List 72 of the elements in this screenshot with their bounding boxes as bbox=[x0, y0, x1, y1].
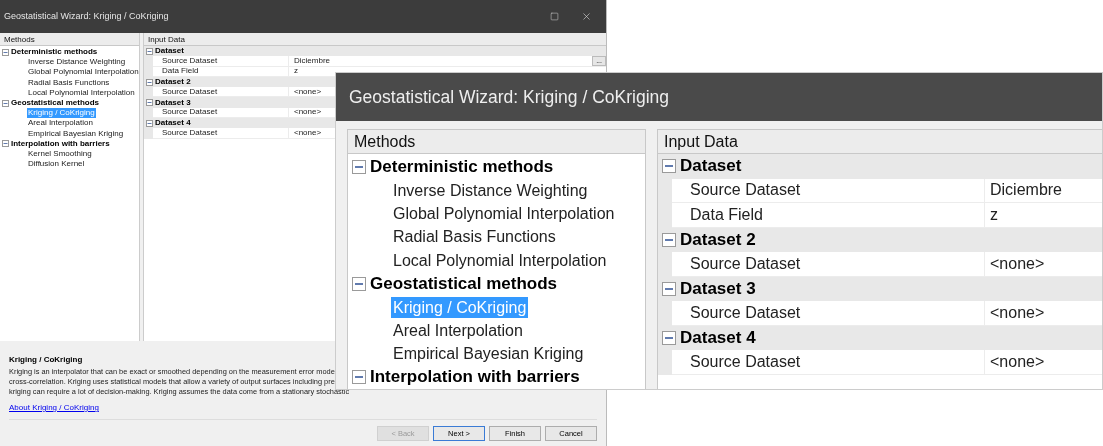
collapse-icon[interactable] bbox=[146, 78, 153, 86]
property-name: Data Field bbox=[162, 66, 199, 77]
tree-group-label[interactable]: Deterministic methods bbox=[11, 47, 98, 58]
category-label: Dataset 3 bbox=[680, 277, 756, 300]
description-title: Kriging / CoKriging bbox=[9, 354, 83, 365]
close-icon[interactable] bbox=[581, 11, 592, 22]
property-value[interactable]: <none> bbox=[990, 251, 1045, 276]
collapse-icon[interactable] bbox=[662, 330, 676, 345]
property-value[interactable]: <none> bbox=[294, 128, 322, 139]
tree-item[interactable]: Local Polynomial Interpolation bbox=[27, 87, 136, 98]
tree-item[interactable]: Areal Interpolation bbox=[391, 319, 525, 341]
category-label: Dataset 4 bbox=[155, 118, 191, 129]
panel-header: Input Data bbox=[658, 130, 1102, 154]
tree-item[interactable]: Empirical Bayesian Kriging bbox=[27, 128, 125, 139]
collapse-icon[interactable] bbox=[2, 99, 9, 107]
tree-item[interactable]: Local Polynomial Interpolation bbox=[391, 249, 609, 271]
tree-item[interactable]: Inverse Distance Weighting bbox=[391, 179, 590, 201]
property-value[interactable]: <none> bbox=[990, 300, 1045, 325]
collapse-icon[interactable] bbox=[662, 281, 676, 296]
category-label: Dataset bbox=[680, 155, 742, 178]
property-name: Source Dataset bbox=[162, 86, 218, 97]
property-value[interactable]: <none> bbox=[294, 107, 322, 118]
tree-group-label[interactable]: Interpolation with barriers bbox=[370, 366, 580, 389]
tree-item[interactable]: Inverse Distance Weighting bbox=[27, 57, 127, 68]
collapse-icon[interactable] bbox=[146, 47, 153, 55]
tree-item[interactable]: Diffusion Kernel bbox=[27, 159, 86, 170]
tree-group-label[interactable]: Interpolation with barriers bbox=[11, 138, 110, 149]
collapse-icon[interactable] bbox=[662, 159, 676, 174]
tree-group-label[interactable]: Geostatistical methods bbox=[370, 272, 558, 295]
panel-header: Input Data bbox=[144, 33, 606, 46]
collapse-icon[interactable] bbox=[2, 48, 9, 56]
panel-header: Methods bbox=[348, 130, 645, 154]
collapse-icon[interactable] bbox=[146, 99, 153, 107]
property-name: Source Dataset bbox=[162, 107, 218, 118]
property-value[interactable]: <none> bbox=[990, 349, 1045, 374]
collapse-icon[interactable] bbox=[662, 232, 676, 247]
about-link[interactable]: About Kriging / CoKriging bbox=[9, 403, 99, 413]
category-label: Dataset 2 bbox=[155, 77, 191, 88]
tree-item[interactable]: Global Polynomial Interpolation bbox=[391, 202, 617, 224]
property-name: Source Dataset bbox=[162, 128, 218, 139]
collapse-icon[interactable] bbox=[352, 159, 366, 174]
tree-item[interactable]: Areal Interpolation bbox=[27, 118, 94, 129]
tree-item[interactable]: Kernel Smoothing bbox=[27, 148, 93, 159]
category-label: Dataset 3 bbox=[155, 97, 191, 108]
property-name: Data Field bbox=[690, 204, 763, 225]
property-value[interactable]: <none> bbox=[294, 86, 322, 97]
property-value[interactable]: z bbox=[990, 202, 998, 227]
collapse-icon[interactable] bbox=[2, 140, 9, 148]
maximize-icon[interactable] bbox=[550, 12, 559, 21]
property-name: Source Dataset bbox=[690, 180, 801, 201]
tree-item[interactable]: Empirical Bayesian Kriging bbox=[391, 343, 586, 365]
collapse-icon[interactable] bbox=[352, 276, 366, 291]
tree-item[interactable]: Radial Basis Functions bbox=[391, 226, 558, 248]
property-value[interactable]: Diciembre bbox=[294, 55, 330, 66]
panel-header: Methods bbox=[0, 33, 139, 46]
tree-group-label[interactable]: Deterministic methods bbox=[370, 155, 554, 178]
category-label: Dataset 2 bbox=[680, 228, 756, 251]
tree-group-label[interactable]: Geostatistical methods bbox=[11, 98, 100, 109]
property-value[interactable]: z bbox=[294, 66, 298, 77]
tree-item[interactable]: Radial Basis Functions bbox=[27, 77, 111, 88]
property-name: Source Dataset bbox=[690, 351, 801, 372]
window-title: Geostatistical Wizard: Kriging / CoKriging bbox=[349, 85, 669, 109]
category-label: Dataset 4 bbox=[680, 326, 756, 349]
property-name: Source Dataset bbox=[162, 55, 218, 66]
property-value[interactable]: Diciembre bbox=[990, 178, 1062, 203]
window-title: Geostatistical Wizard: Kriging / CoKriging bbox=[4, 9, 170, 23]
tree-item[interactable]: Global Polynomial Interpolation bbox=[27, 67, 140, 78]
category-label: Dataset bbox=[155, 46, 184, 57]
property-name: Source Dataset bbox=[690, 302, 801, 323]
collapse-icon[interactable] bbox=[146, 119, 153, 127]
property-name: Source Dataset bbox=[690, 253, 801, 274]
collapse-icon[interactable] bbox=[352, 370, 366, 385]
